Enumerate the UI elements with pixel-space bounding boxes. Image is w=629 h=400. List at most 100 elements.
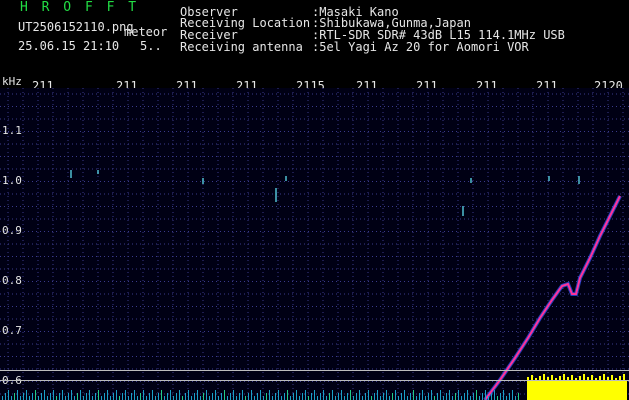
noise-spike (53, 390, 54, 400)
noise-spike (35, 390, 36, 400)
noise-spike (239, 393, 240, 400)
noise-spike (71, 390, 72, 400)
noise-spike (470, 396, 471, 400)
noise-spike (29, 396, 30, 400)
noise-spike (323, 390, 324, 400)
noise-spike (437, 393, 438, 400)
noise-spike (26, 390, 27, 400)
noise-spike (47, 396, 48, 400)
noise-spike (407, 396, 408, 400)
noise-spike (341, 390, 342, 400)
noise-spike (455, 393, 456, 400)
noise-spike (275, 393, 276, 400)
noise-spike (224, 390, 225, 400)
noise-spike (251, 390, 252, 400)
signal-blip (470, 178, 472, 183)
noise-spike (320, 393, 321, 400)
noise-spike (161, 390, 162, 400)
noise-spike (173, 396, 174, 400)
noise-spike (386, 390, 387, 400)
y-tick-label: 0.8 (2, 274, 22, 287)
noise-spike (449, 390, 450, 400)
noise-spike (485, 390, 486, 400)
noise-spike (383, 393, 384, 400)
noise-spike (476, 390, 477, 400)
noise-spike (368, 390, 369, 400)
noise-spike (212, 393, 213, 400)
noise-spike (380, 396, 381, 400)
noise-spike (518, 393, 519, 400)
noise-spike (335, 396, 336, 400)
noise-spike (395, 390, 396, 400)
noise-spike (131, 393, 132, 400)
noise-spike (287, 390, 288, 400)
noise-spike (122, 393, 123, 400)
noise-spike (77, 393, 78, 400)
noise-spike (446, 393, 447, 400)
noise-spike (11, 396, 12, 400)
noise-spike (74, 396, 75, 400)
noise-spike (20, 396, 21, 400)
signal-blip (275, 188, 277, 202)
noise-spike (227, 396, 228, 400)
noise-spike (467, 390, 468, 400)
noise-spike (389, 396, 390, 400)
noise-spike (515, 396, 516, 400)
noise-spike (338, 393, 339, 400)
noise-spike (497, 396, 498, 400)
y-tick-label: 0.9 (2, 224, 22, 237)
noise-spike (329, 393, 330, 400)
noise-spike (443, 396, 444, 400)
noise-spike (482, 393, 483, 400)
noise-spike (197, 390, 198, 400)
noise-spike (149, 393, 150, 400)
noise-spike (296, 390, 297, 400)
signal-blip (97, 170, 99, 174)
signal-blip (548, 176, 550, 181)
noise-spike (170, 390, 171, 400)
noise-spike (293, 393, 294, 400)
noise-spike (5, 393, 6, 400)
noise-spike (254, 396, 255, 400)
noise-spike (263, 396, 264, 400)
noise-spike (44, 390, 45, 400)
noise-spike (305, 390, 306, 400)
noise-spike (347, 393, 348, 400)
noise-spike (230, 393, 231, 400)
noise-spike (200, 396, 201, 400)
noise-spike (425, 396, 426, 400)
noise-spike (89, 390, 90, 400)
noise-spike (461, 396, 462, 400)
noise-spike (311, 393, 312, 400)
noise-spike (50, 393, 51, 400)
antenna-label: Receiving antenna (180, 40, 303, 54)
noise-spike (464, 393, 465, 400)
noise-spike (152, 390, 153, 400)
noise-spike (221, 393, 222, 400)
noise-spike (353, 396, 354, 400)
noise-spike (164, 396, 165, 400)
noise-spike (494, 390, 495, 400)
noise-spike (506, 396, 507, 400)
noise-spike (119, 396, 120, 400)
noise-spike (176, 393, 177, 400)
noise-spike (431, 390, 432, 400)
noise-spike (56, 396, 57, 400)
noise-spike (158, 393, 159, 400)
noise-spike (302, 393, 303, 400)
saturated-noise-block (527, 380, 627, 400)
antenna-value: :5el Yagi Az 20 for Aomori VOR (312, 40, 529, 54)
noise-spike (188, 390, 189, 400)
noise-spike (206, 390, 207, 400)
noise-spike (428, 393, 429, 400)
noise-spike (113, 393, 114, 400)
noise-spike (284, 393, 285, 400)
y-tick-label: 1.1 (2, 124, 22, 137)
noise-spike (248, 393, 249, 400)
y-tick-label: 1.0 (2, 174, 22, 187)
noise-spike (359, 390, 360, 400)
noise-spike (290, 396, 291, 400)
noise-spike (68, 393, 69, 400)
spectrogram-plot (0, 88, 629, 400)
noise-spike (17, 390, 18, 400)
